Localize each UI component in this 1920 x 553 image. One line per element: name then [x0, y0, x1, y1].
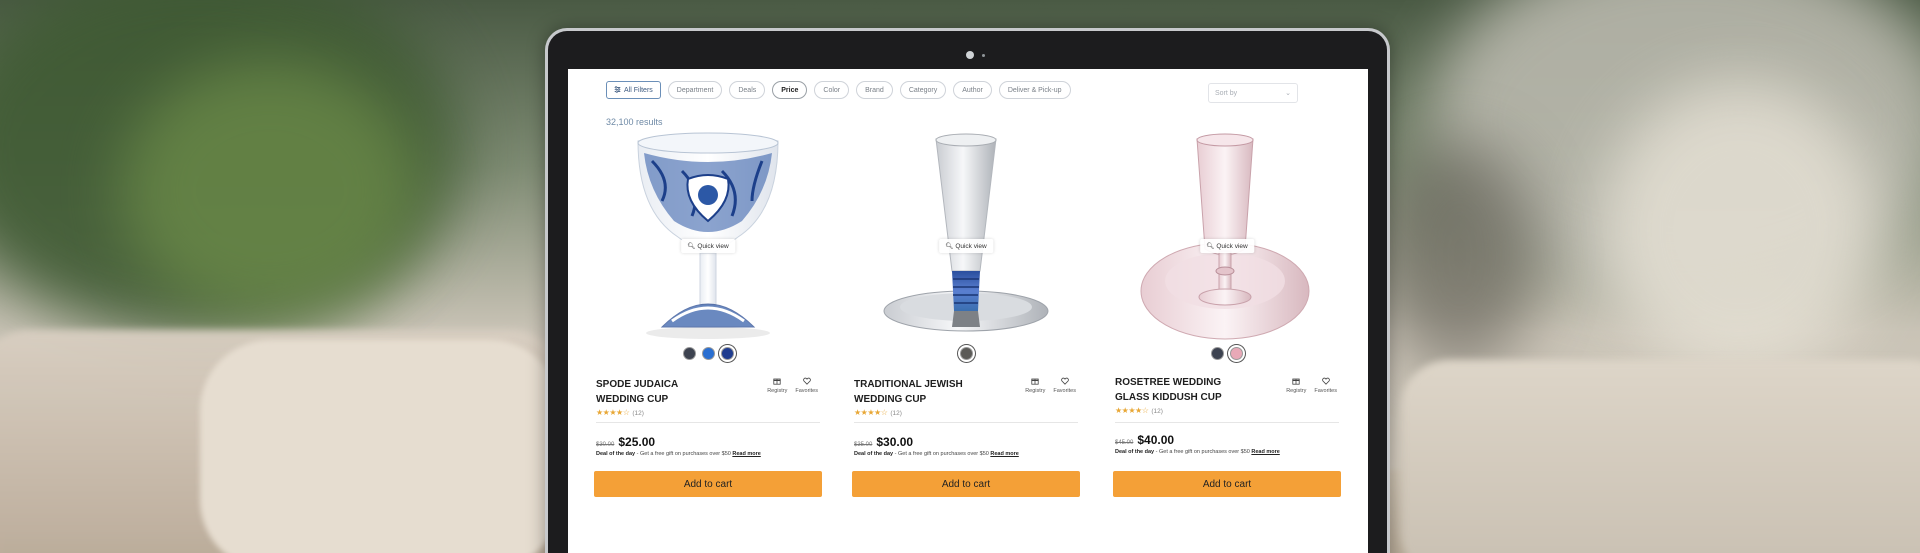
- swatch-gray[interactable]: [959, 347, 973, 360]
- laptop-screen: All Filters Department Deals Price Color…: [568, 69, 1368, 553]
- gift-icon: [1031, 377, 1039, 387]
- filter-chip-deals[interactable]: Deals: [729, 81, 766, 99]
- product-name[interactable]: ROSETREE WEDDING GLASS KIDDUSH CUP: [1115, 375, 1265, 405]
- chevron-down-icon: ⌄: [1285, 90, 1291, 97]
- registry-button[interactable]: Registry: [1286, 377, 1306, 394]
- all-filters-button[interactable]: All Filters: [606, 81, 661, 99]
- add-to-cart-button[interactable]: Add to cart: [1113, 471, 1341, 497]
- filter-chip-brand[interactable]: Brand: [856, 81, 893, 99]
- heart-icon: [1321, 377, 1330, 387]
- favorites-button[interactable]: Favorites: [1314, 377, 1337, 394]
- filter-chip-department[interactable]: Department: [667, 81, 723, 99]
- filter-chip-color[interactable]: Color: [814, 81, 850, 99]
- read-more-link[interactable]: Read more: [990, 451, 1018, 457]
- favorites-button[interactable]: Favorites: [795, 377, 818, 394]
- read-more-link[interactable]: Read more: [1251, 449, 1279, 455]
- swatch-pink[interactable]: [1230, 347, 1243, 360]
- filter-bar: All Filters Department Deals Price Color…: [606, 81, 1071, 99]
- product-image[interactable]: 🔍︎ Quick view: [592, 131, 824, 341]
- filter-chip-author[interactable]: Author: [953, 81, 992, 99]
- laptop: All Filters Department Deals Price Color…: [545, 28, 1390, 553]
- search-icon: 🔍︎: [687, 243, 696, 250]
- current-price: $40.00: [1137, 433, 1175, 447]
- sort-dropdown[interactable]: Sort by ⌄: [1208, 83, 1298, 103]
- price-row: $45.00 $40.00: [1115, 433, 1174, 447]
- filter-chip-delivery[interactable]: Deliver & Pick-up: [998, 81, 1071, 99]
- favorites-button[interactable]: Favorites: [1053, 377, 1076, 394]
- webcam: [966, 51, 974, 59]
- filter-icon: [614, 85, 621, 95]
- color-swatches: [1111, 347, 1343, 360]
- product-actions: Registry Favorites: [1025, 377, 1076, 394]
- rating-stars: ★★★★☆ (12): [1115, 406, 1163, 415]
- product-card: 🔍︎ Quick view SPODE JUDAICA WEDDING CUP …: [592, 131, 824, 553]
- registry-button[interactable]: Registry: [767, 377, 787, 394]
- product-actions: Registry Favorites: [1286, 377, 1337, 394]
- deal-text: Deal of the day - Get a free gift on pur…: [596, 451, 761, 457]
- rating-stars: ★★★★☆ (12): [596, 408, 644, 417]
- add-to-cart-button[interactable]: Add to cart: [594, 471, 822, 497]
- product-name[interactable]: TRADITIONAL JEWISH WEDDING CUP: [854, 377, 1004, 407]
- color-swatches: [850, 347, 1082, 360]
- color-swatches: [592, 347, 824, 360]
- rating-stars: ★★★★☆ (12): [854, 408, 902, 417]
- deal-text: Deal of the day - Get a free gift on pur…: [1115, 449, 1280, 455]
- swatch-blue[interactable]: [701, 347, 715, 360]
- deal-text: Deal of the day - Get a free gift on pur…: [854, 451, 1019, 457]
- old-price: $30.00: [596, 442, 615, 448]
- swatch-dark[interactable]: [1211, 347, 1224, 360]
- results-count: 32,100 results: [606, 117, 663, 127]
- current-price: $25.00: [618, 435, 656, 449]
- filter-chip-category[interactable]: Category: [899, 81, 947, 99]
- product-actions: Registry Favorites: [767, 377, 818, 394]
- swatch-navy[interactable]: [720, 347, 734, 360]
- heart-icon: [1060, 377, 1069, 387]
- price-row: $35.00 $30.00: [854, 435, 913, 449]
- quick-view-button[interactable]: 🔍︎ Quick view: [939, 239, 993, 253]
- quick-view-button[interactable]: 🔍︎ Quick view: [681, 239, 735, 253]
- gift-icon: [773, 377, 781, 387]
- product-image[interactable]: 🔍︎ Quick view: [850, 131, 1082, 341]
- search-icon: 🔍︎: [945, 243, 954, 250]
- read-more-link[interactable]: Read more: [732, 451, 760, 457]
- product-image[interactable]: 🔍︎ Quick view: [1111, 131, 1343, 341]
- price-row: $30.00 $25.00: [596, 435, 655, 449]
- add-to-cart-button[interactable]: Add to cart: [852, 471, 1080, 497]
- current-price: $30.00: [876, 435, 914, 449]
- old-price: $45.00: [1115, 440, 1134, 446]
- filter-chip-price[interactable]: Price: [772, 81, 808, 99]
- registry-button[interactable]: Registry: [1025, 377, 1045, 394]
- quick-view-button[interactable]: 🔍︎ Quick view: [1200, 239, 1254, 253]
- product-card: 🔍︎ Quick view ROSETREE WEDDING GLASS KID…: [1111, 131, 1343, 553]
- old-price: $35.00: [854, 442, 873, 448]
- product-name[interactable]: SPODE JUDAICA WEDDING CUP: [596, 377, 746, 407]
- search-icon: 🔍︎: [1206, 243, 1215, 250]
- product-card: 🔍︎ Quick view TRADITIONAL JEWISH WEDDING…: [850, 131, 1082, 553]
- gift-icon: [1292, 377, 1300, 387]
- swatch-dark[interactable]: [682, 347, 696, 360]
- heart-icon: [802, 377, 811, 387]
